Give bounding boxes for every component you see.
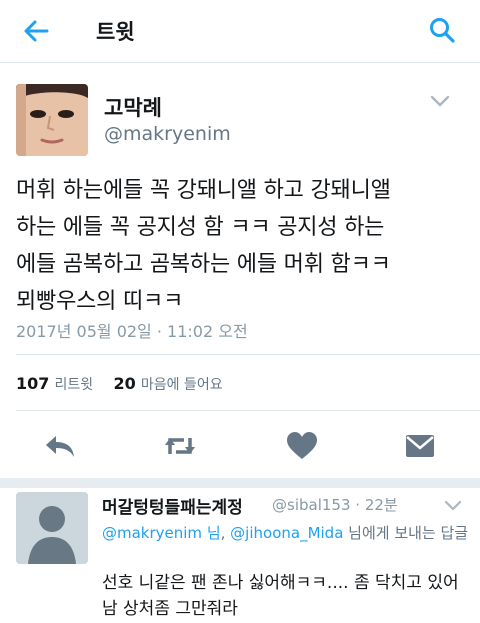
- tweet-text-line: 에들 곰복하고 곰복하는 에들 머휘 함ㅋㅋ: [16, 252, 391, 277]
- mention-link[interactable]: @makryenim 님: [102, 524, 221, 542]
- reply-to-line: @makryenim 님, @jihoona_Mida 님에게 보내는 답글: [102, 522, 472, 544]
- mention-link[interactable]: @jihoona_Mida: [230, 524, 343, 542]
- face-photo-icon: [16, 84, 88, 156]
- retweet-count[interactable]: 107: [16, 374, 49, 393]
- back-arrow-icon[interactable]: [22, 17, 50, 45]
- tweet-timestamp: 2017년 05월 02일 · 11:02 오전: [16, 322, 248, 341]
- divider: [16, 410, 480, 411]
- meta-separator: ·: [355, 496, 365, 514]
- author-name[interactable]: 고막례: [104, 92, 162, 122]
- reply-avatar[interactable]: [16, 492, 88, 564]
- tweet-text-line: 하는 에들 꼭 공지성 함 ㅋㅋ 공지성 하는: [16, 215, 385, 240]
- tweet-text-line: 머휘 하는에들 꼭 강돼니앨 하고 강돼니앨: [16, 178, 391, 203]
- retweet-label[interactable]: 리트윗: [55, 377, 94, 393]
- reply-time: 22분: [364, 496, 398, 514]
- chevron-down-icon[interactable]: [430, 94, 450, 108]
- reply-meta: @sibal153 · 22분: [272, 494, 398, 515]
- author-handle[interactable]: @makryenim: [104, 123, 231, 145]
- search-icon[interactable]: [428, 16, 456, 44]
- chevron-down-icon[interactable]: [444, 499, 462, 511]
- retweet-icon[interactable]: [162, 428, 198, 464]
- section-gap: [0, 478, 480, 488]
- divider: [16, 354, 480, 355]
- author-avatar[interactable]: [16, 84, 88, 156]
- tweet-text: 머휘 하는에들 꼭 강돼니앨 하고 강돼니앨 하는 에들 꼭 공지성 함 ㅋㅋ …: [16, 172, 471, 320]
- reply-author-handle[interactable]: @sibal153: [272, 496, 351, 514]
- default-avatar-icon: [16, 492, 88, 564]
- page-title: 트윗: [96, 20, 135, 44]
- message-icon[interactable]: [402, 428, 438, 464]
- reply-to-suffix: 님에게 보내는 답글: [343, 524, 469, 542]
- tweet-stats: 107 리트윗 20 마음에 들어요: [16, 374, 223, 394]
- tweet-text-line: 뫼빵우스의 띠ㅋㅋ: [16, 289, 184, 314]
- like-count[interactable]: 20: [113, 374, 135, 393]
- reply-author-name[interactable]: 머갈텅텅들패는계정: [102, 493, 243, 518]
- heart-icon[interactable]: [284, 428, 320, 464]
- mention-separator: ,: [220, 524, 231, 542]
- reply-icon[interactable]: [42, 428, 78, 464]
- top-bar: 트윗: [0, 0, 480, 63]
- like-label[interactable]: 마음에 들어요: [141, 377, 223, 393]
- reply-text: 선호 니같은 팬 존나 싫어해ㅋㅋ.... 좀 닥치고 있어 남 상처좀 그만줘…: [102, 573, 459, 619]
